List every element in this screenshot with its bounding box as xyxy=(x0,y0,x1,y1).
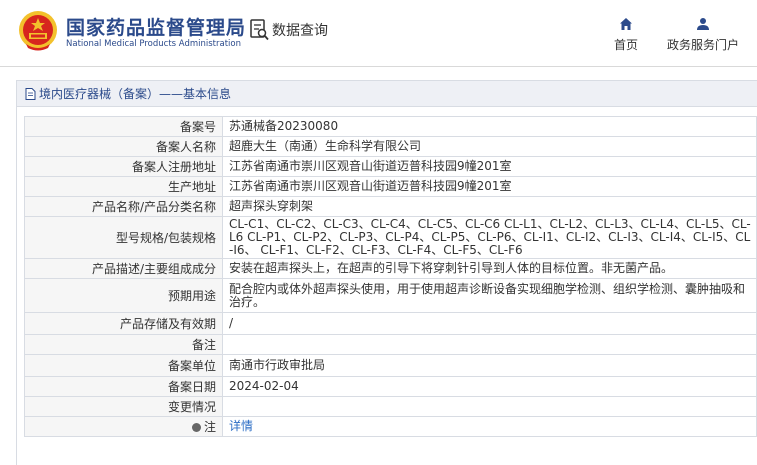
row-label: 产品名称/产品分类名称 xyxy=(24,196,223,217)
details-link[interactable]: 详情 xyxy=(229,419,253,433)
table-row: 备注 xyxy=(24,334,757,355)
row-label: 备注 xyxy=(24,334,223,355)
row-value xyxy=(222,334,757,355)
row-label: 产品描述/主要组成成分 xyxy=(24,258,223,279)
header-divider xyxy=(0,66,757,67)
site-title: 国家药品监督管理局 xyxy=(66,17,247,39)
user-icon xyxy=(697,18,709,30)
row-value: 江苏省南通市崇川区观音山街道迈普科技园9幢201室 xyxy=(222,176,757,197)
row-value xyxy=(222,396,757,417)
site-subtitle: National Medical Products Administration xyxy=(66,39,241,49)
site-header: 国家药品监督管理局 National Medical Products Admi… xyxy=(0,0,757,66)
data-query-label: 数据查询 xyxy=(272,23,328,39)
document-icon xyxy=(25,87,36,100)
table-row: 备案单位 南通市行政审批局 xyxy=(24,354,757,377)
table-row: 产品名称/产品分类名称 超声探头穿刺架 xyxy=(24,196,757,217)
data-query-link[interactable]: 数据查询 xyxy=(250,19,328,41)
table-row: 变更情况 xyxy=(24,396,757,417)
record-table: 备案号 苏通械备20230080 备案人名称 超鹿大生（南通）生命科学有限公司 … xyxy=(24,116,757,437)
row-label: 备案人名称 xyxy=(24,136,223,157)
table-row: 备案人名称 超鹿大生（南通）生命科学有限公司 xyxy=(24,136,757,157)
row-value: 苏通械备20230080 xyxy=(222,116,757,137)
row-label: 变更情况 xyxy=(24,396,223,417)
row-value: 详情 xyxy=(222,416,757,437)
note-bullet-icon xyxy=(191,423,201,432)
breadcrumb: 境内医疗器械（备案）——基本信息 xyxy=(39,87,232,101)
nav-home[interactable]: 首页 xyxy=(614,17,638,53)
row-value: 2024-02-04 xyxy=(222,376,757,397)
table-row: 注 详情 xyxy=(24,416,757,437)
row-value: 安装在超声探头上，在超声的引导下将穿刺针引导到人体的目标位置。非无菌产品。 xyxy=(222,258,757,279)
table-row: 备案号 苏通械备20230080 xyxy=(24,116,757,137)
home-icon xyxy=(620,18,632,30)
national-emblem-icon xyxy=(19,11,57,51)
row-label-note: 注 xyxy=(24,416,223,437)
row-value: 配合腔内或体外超声探头使用，用于使用超声诊断设备实现细胞学检测、组织学检测、囊肿… xyxy=(222,278,757,313)
row-value: 超鹿大生（南通）生命科学有限公司 xyxy=(222,136,757,157)
table-row: 备案人注册地址 江苏省南通市崇川区观音山街道迈普科技园9幢201室 xyxy=(24,156,757,177)
panel-header: 境内医疗器械（备案）——基本信息 xyxy=(17,81,757,107)
row-value: 超声探头穿刺架 xyxy=(222,196,757,217)
row-label: 预期用途 xyxy=(24,278,223,313)
row-value: 南通市行政审批局 xyxy=(222,354,757,377)
nav-services-portal[interactable]: 政务服务门户 xyxy=(667,17,739,53)
document-search-icon xyxy=(250,19,269,41)
table-row: 预期用途 配合腔内或体外超声探头使用，用于使用超声诊断设备实现细胞学检测、组织学… xyxy=(24,278,757,313)
row-label: 备案人注册地址 xyxy=(24,156,223,177)
row-value: 江苏省南通市崇川区观音山街道迈普科技园9幢201室 xyxy=(222,156,757,177)
row-value: / xyxy=(222,312,757,335)
note-label: 注 xyxy=(203,420,216,434)
table-row: 生产地址 江苏省南通市崇川区观音山街道迈普科技园9幢201室 xyxy=(24,176,757,197)
table-row: 产品存储及有效期 / xyxy=(24,312,757,335)
row-label: 型号规格/包装规格 xyxy=(24,216,223,259)
table-row: 产品描述/主要组成成分 安装在超声探头上，在超声的引导下将穿刺针引导到人体的目标… xyxy=(24,258,757,279)
row-label: 备案单位 xyxy=(24,354,223,377)
row-value: CL-C1、CL-C2、CL-C3、CL-C4、CL-C5、CL-C6 CL-L… xyxy=(222,216,757,259)
row-label: 备案号 xyxy=(24,116,223,137)
row-label: 产品存储及有效期 xyxy=(24,312,223,335)
table-row: 备案日期 2024-02-04 xyxy=(24,376,757,397)
row-label: 备案日期 xyxy=(24,376,223,397)
nav-services-label: 政务服务门户 xyxy=(667,38,740,52)
table-row: 型号规格/包装规格 CL-C1、CL-C2、CL-C3、CL-C4、CL-C5、… xyxy=(24,216,757,259)
row-label: 生产地址 xyxy=(24,176,223,197)
nav-home-label: 首页 xyxy=(614,38,639,52)
